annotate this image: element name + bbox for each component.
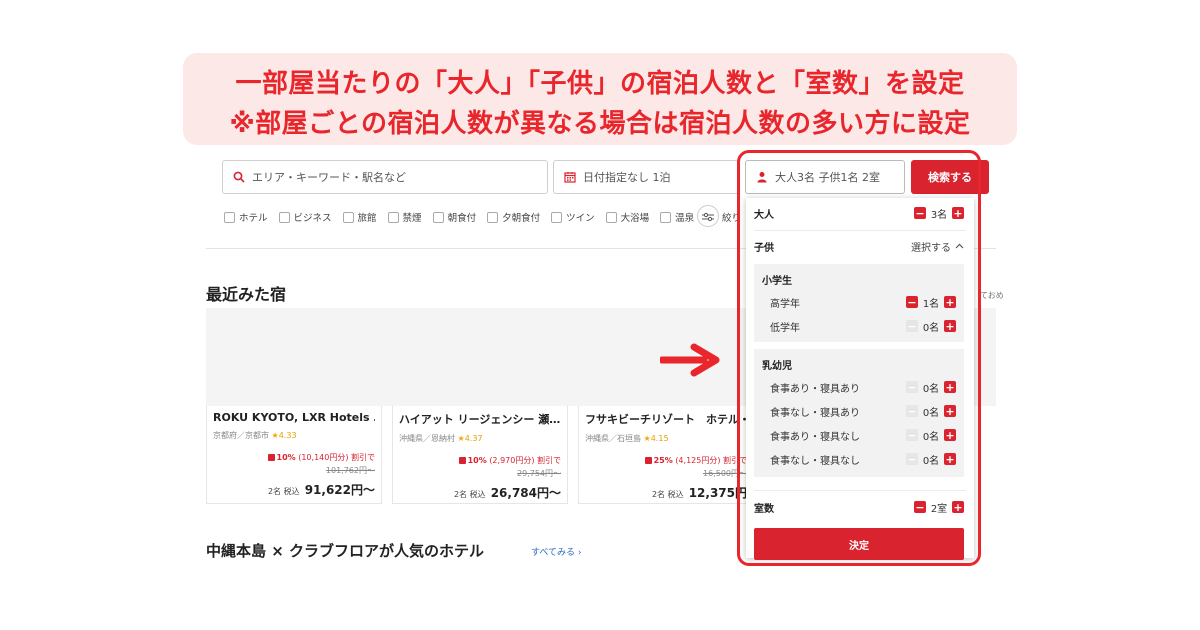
filter-label: ビジネス [293,213,332,224]
checkbox-icon [605,211,617,223]
filter-checkbox[interactable]: ツイン [551,210,595,224]
recent-section-title: 最近みた宿 [206,285,287,304]
filter-checkbox[interactable]: 朝食付 [432,210,477,224]
area-search-placeholder: エリア・キーワード・駅名など [252,171,406,184]
hotel-rating: 4.37 [464,434,483,443]
guest-tax-label: 2名 税込 [453,490,486,499]
hotel-meta: 京都府／京都市 ★4.33 [213,430,375,441]
star-icon: ★ [271,431,279,440]
hotel-meta: 沖縄県／恩納村 ★4.37 [399,433,561,444]
filter-label: 夕朝食付 [502,213,541,224]
checkbox-icon [487,211,499,223]
coupon-icon [458,457,466,464]
date-select[interactable]: 日付指定なし 1泊 [553,160,739,194]
checkbox-icon [551,211,563,223]
discount-percent: 10% [467,456,487,465]
coupon-icon [644,457,652,464]
hotel-rating: 4.33 [278,431,297,440]
filter-label: 朝食付 [447,213,477,224]
filter-settings-button[interactable] [697,205,719,227]
hotel-price: 26,784円～ [490,486,561,500]
original-price: 101,762円～ [325,466,375,475]
filter-checkbox[interactable]: 温泉 [660,210,694,224]
filter-label: 旅館 [357,213,377,224]
see-all-link[interactable]: すべてみる › [531,545,581,558]
checkbox-icon [224,211,235,223]
guest-tax-label: 2名 税込 [651,490,684,499]
banner-line-2: ※部屋ごとの宿泊人数が異なる場合は宿泊人数の多い方に設定 [229,109,971,139]
coupon-icon [267,454,275,461]
hotel-location: 京都府／京都市 [213,431,269,440]
original-price: 16,500円～ [703,469,747,478]
instruction-banner: 一部屋当たりの「大人」「子供」の宿泊人数と「室数」を設定 ※部屋ごとの宿泊人数が… [183,53,1017,145]
hotel-card[interactable]: フサキビーチリゾート ホテル・沖縄県／石垣島 ★4.15 25% (4,125円分… [578,406,754,504]
calendar-icon [563,170,577,184]
hotel-card[interactable]: ハイアット リージェンシー 瀬… 沖縄県／恩納村 ★4.37 10% (2,970円… [392,406,568,504]
star-icon: ★ [643,434,651,443]
pointer-arrow-icon [658,343,720,381]
filter-label: 禁煙 [402,213,422,224]
filter-checkbox[interactable]: ビジネス [278,210,332,224]
highlight-outline [737,150,981,566]
checkbox-icon [660,211,672,223]
hotel-rating: 4.15 [650,434,669,443]
checkbox-icon [387,211,399,223]
discount-text: (2,970円分) 割引で [489,456,561,465]
guest-tax-label: 2名 税込 [267,487,300,496]
filter-checkbox[interactable]: ホテル [224,210,268,224]
price-row: 2名 税込 91,622円～ [213,479,375,498]
original-price: 29,754円～ [517,469,561,478]
hotel-card[interactable]: ROKU KYOTO, LXR Hotels … 京都府／京都市 ★4.33 10%… [206,406,382,504]
filter-label: 大浴場 [620,213,650,224]
hotel-discount: 25% (4,125円分) 割引で [585,455,747,466]
filter-label: 温泉 [675,213,695,224]
star-icon: ★ [457,434,465,443]
filter-label: ツイン [566,213,595,224]
filter-checkbox[interactable]: 大浴場 [605,210,650,224]
banner-line-1: 一部屋当たりの「大人」「子供」の宿泊人数と「室数」を設定 [235,69,965,99]
filter-checkbox[interactable]: 旅館 [342,210,377,224]
checkbox-icon [342,211,354,223]
hotel-location: 沖縄県／石垣島 [585,434,641,443]
filter-checkbox[interactable]: 禁煙 [387,210,422,224]
filter-label: ホテル [239,213,268,224]
edge-text: ておめ [980,291,1004,300]
discount-percent: 10% [276,453,296,462]
discount-percent: 25% [653,456,673,465]
filter-bar: ホテル ビジネス 旅館 禁煙 朝食付 夕朝食付 ツイン 大浴場 温泉 [224,208,705,226]
hotel-meta: 沖縄県／石垣島 ★4.15 [585,433,747,444]
hotel-name[interactable]: ハイアット リージェンシー 瀬… [399,411,561,427]
hotel-name[interactable]: フサキビーチリゾート ホテル・ [585,411,747,427]
hotel-name[interactable]: ROKU KYOTO, LXR Hotels … [213,411,375,424]
checkbox-icon [278,211,290,223]
hotel-discount: 10% (10,140円分) 割引で [213,452,375,463]
area-search-input[interactable]: エリア・キーワード・駅名など [222,160,548,194]
checkbox-icon [432,211,444,223]
search-icon [232,170,246,184]
hotel-price: 91,622円～ [304,483,375,497]
filter-checkbox[interactable]: 夕朝食付 [487,210,540,224]
sliders-icon [702,207,714,226]
price-row: 2名 税込 26,784円～ [399,482,561,501]
hotel-discount: 10% (2,970円分) 割引で [399,455,561,466]
date-value: 日付指定なし 1泊 [583,171,671,184]
hotel-location: 沖縄県／恩納村 [399,434,455,443]
price-row: 2名 税込 12,375円 [585,482,747,501]
discount-text: (10,140円分) 割引で [298,453,375,462]
section-title-okinawa: 中縄本島 × クラブフロアが人気のホテル [206,542,485,560]
